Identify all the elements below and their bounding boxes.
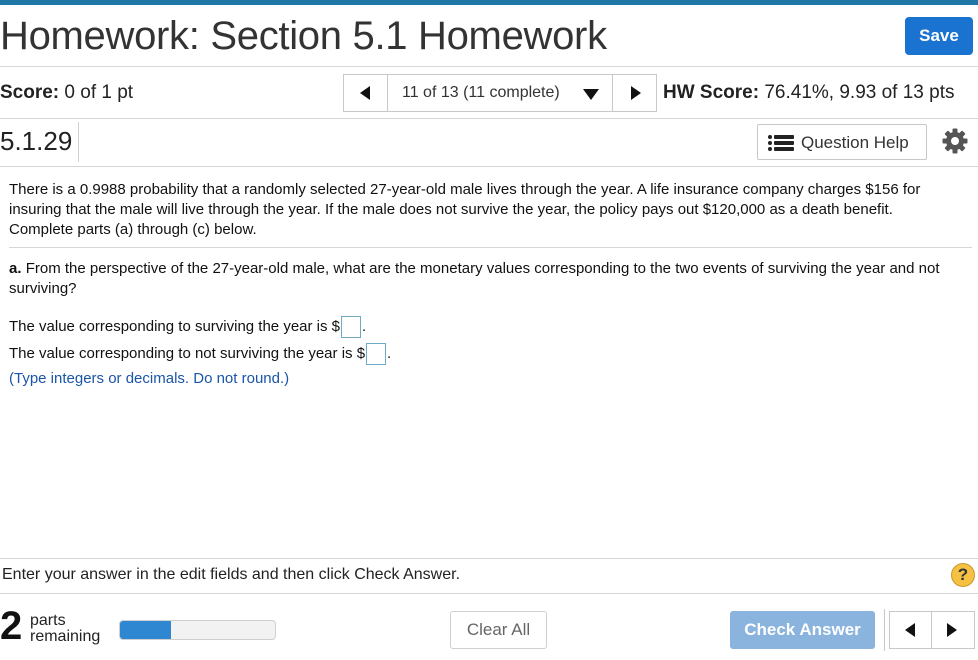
triangle-down-icon[interactable]	[583, 89, 599, 100]
check-answer-button[interactable]: Check Answer	[730, 611, 875, 649]
parts-remaining-count: 2	[0, 604, 23, 648]
next-part-button[interactable]	[932, 612, 974, 648]
divider	[884, 609, 885, 651]
surviving-value-input[interactable]	[341, 316, 362, 338]
problem-statement: There is a 0.9988 probability that a ran…	[9, 181, 921, 238]
parts-remaining-label: parts remaining	[30, 613, 100, 645]
not-surviving-value-input[interactable]	[366, 343, 387, 365]
list-icon	[768, 135, 794, 151]
triangle-right-icon	[631, 86, 641, 100]
top-accent-bar	[0, 0, 978, 5]
hw-score-label: HW Score:	[663, 82, 760, 103]
answer-hint: (Type integers or decimals. Do not round…	[9, 370, 290, 387]
question-navigator: 11 of 13 (11 complete)	[343, 74, 657, 112]
hw-score-value: 76.41%, 9.93 of 13 pts	[764, 82, 955, 103]
page-title: Homework: Section 5.1 Homework	[0, 14, 607, 58]
divider	[0, 558, 978, 559]
question-help-label: Question Help	[801, 133, 909, 152]
score-label: Score:	[0, 82, 60, 103]
instructions-text: Enter your answer in the edit fields and…	[2, 566, 461, 583]
answer-prefix: The value corresponding to surviving the…	[9, 317, 341, 335]
triangle-left-icon	[905, 623, 915, 637]
triangle-left-icon	[360, 86, 370, 100]
clear-all-button[interactable]: Clear All	[450, 611, 547, 649]
answer-prefix: The value corresponding to not surviving…	[9, 344, 366, 362]
gear-icon[interactable]	[942, 128, 968, 154]
triangle-right-icon	[947, 623, 957, 637]
parts-word: parts	[30, 612, 66, 629]
question-number: 5.1.29	[0, 126, 73, 156]
next-question-button[interactable]	[612, 75, 656, 111]
part-a-prompt: a. From the perspective of the 27-year-o…	[9, 259, 964, 299]
answer-line-not-surviving: The value corresponding to not surviving…	[9, 343, 391, 365]
previous-part-button[interactable]	[890, 612, 932, 648]
remaining-word: remaining	[30, 628, 101, 645]
divider	[0, 166, 978, 167]
previous-question-button[interactable]	[344, 75, 388, 111]
divider	[0, 66, 978, 67]
answer-suffix: .	[387, 344, 392, 362]
question-dropdown[interactable]: 11 of 13 (11 complete)	[402, 84, 560, 102]
question-help-button[interactable]: Question Help	[757, 124, 927, 160]
part-a-label: a.	[9, 260, 22, 277]
part-a-text: From the perspective of the 27-year-old …	[9, 260, 940, 297]
save-button[interactable]: Save	[905, 17, 973, 55]
answer-suffix: .	[362, 317, 367, 335]
divider	[78, 122, 79, 162]
score-display: Score: 0 of 1 pt	[0, 82, 133, 104]
parts-progress-bar	[119, 620, 276, 640]
divider	[0, 118, 978, 119]
divider	[0, 593, 978, 594]
score-value: 0 of 1 pt	[64, 82, 134, 103]
answer-line-surviving: The value corresponding to surviving the…	[9, 316, 366, 338]
question-circle-icon[interactable]: ?	[951, 563, 975, 587]
progress-fill	[120, 621, 172, 639]
part-navigator	[889, 611, 975, 649]
hw-score-display: HW Score: 76.41%, 9.93 of 13 pts	[663, 82, 955, 104]
divider	[9, 247, 972, 248]
